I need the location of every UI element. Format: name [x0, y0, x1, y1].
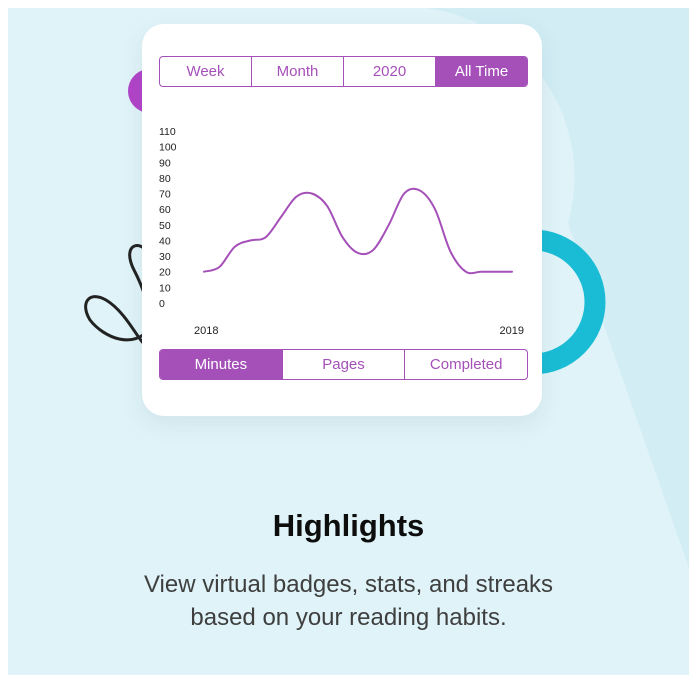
- x-tick-label: 2018: [194, 325, 218, 337]
- tab-minutes[interactable]: Minutes: [160, 350, 283, 379]
- y-tick-label: 10: [159, 282, 171, 294]
- y-tick-label: 20: [159, 267, 171, 279]
- y-tick-label: 110: [159, 126, 176, 138]
- y-tick-label: 60: [159, 204, 171, 216]
- tab-all-time[interactable]: All Time: [436, 57, 527, 86]
- feature-title: Highlights: [272, 508, 425, 543]
- y-tick-label: 80: [159, 173, 171, 185]
- tab-month[interactable]: Month: [252, 57, 344, 86]
- y-tick-label: 100: [159, 142, 177, 154]
- tab-pages[interactable]: Pages: [283, 350, 406, 379]
- tab-week[interactable]: Week: [160, 57, 252, 86]
- y-tick-label: 40: [159, 235, 171, 247]
- reading-minutes-chart: 0 10 20 30 40 50 60 70 80 90 100 110 2018 2019: [159, 126, 524, 337]
- minutes-series-line: [203, 187, 513, 275]
- description-line-1: View virtual badges, stats, and streaks: [143, 571, 554, 598]
- stats-card: Week Month 2020 All Time 0 10 20 30 40 50 60 70…: [142, 24, 542, 416]
- y-tick-label: 30: [159, 251, 171, 263]
- y-tick-label: 90: [159, 157, 171, 169]
- y-tick-label: 50: [159, 220, 171, 232]
- feature-description: View virtual badges, stats, and streaks …: [0, 568, 697, 634]
- tab-completed[interactable]: Completed: [405, 350, 527, 379]
- x-tick-label: 2019: [500, 325, 524, 337]
- description-line-2: based on your reading habits.: [190, 604, 507, 631]
- time-range-selector: Week Month 2020 All Time: [159, 56, 528, 87]
- y-tick-label: 0: [159, 298, 165, 310]
- tab-2020[interactable]: 2020: [344, 57, 436, 86]
- y-tick-label: 70: [159, 189, 171, 201]
- metric-selector: Minutes Pages Completed: [159, 349, 528, 380]
